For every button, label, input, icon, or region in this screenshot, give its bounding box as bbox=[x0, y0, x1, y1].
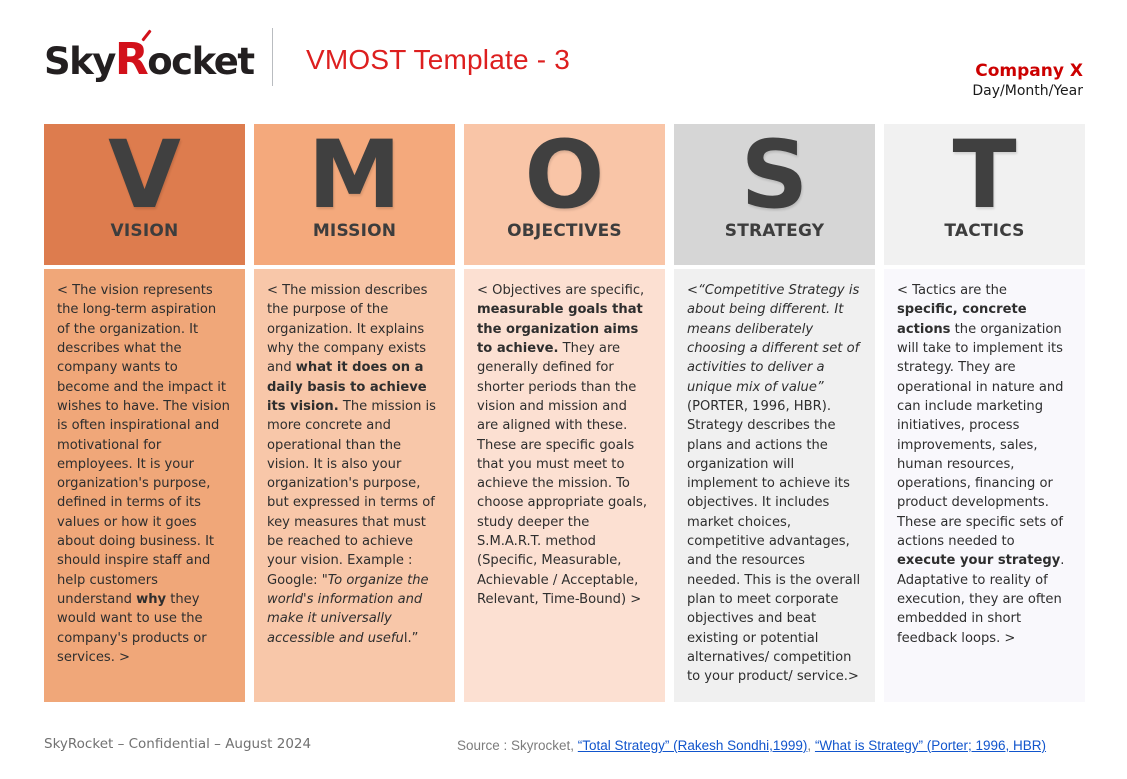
header-divider bbox=[272, 28, 273, 86]
column-body-text: < The vision represents the long-term as… bbox=[57, 283, 230, 665]
logo-text-part1: Sky bbox=[44, 40, 116, 83]
column-header-strategy: S STRATEGY bbox=[674, 124, 875, 265]
skyrocket-logo: SkyRocket bbox=[44, 29, 255, 83]
column-letter: O bbox=[524, 121, 605, 230]
column-body-text: < Objectives are specific, measurable go… bbox=[477, 283, 647, 607]
column-title: TACTICS bbox=[944, 220, 1025, 241]
column-body-text: < The mission describes the purpose of t… bbox=[267, 283, 436, 646]
source-link-total-strategy[interactable]: “Total Strategy” (Rakesh Sondhi,1999) bbox=[578, 738, 808, 753]
column-letter: V bbox=[108, 121, 181, 230]
slide-footer: SkyRocket – Confidential – August 2024 S… bbox=[0, 718, 1127, 779]
source-link-what-is-strategy[interactable]: “What is Strategy” (Porter; 1996, HBR) bbox=[815, 738, 1046, 753]
vmost-column-vision: V VISION < The vision represents the long-… bbox=[44, 124, 245, 702]
column-title: VISION bbox=[110, 220, 179, 241]
column-title: STRATEGY bbox=[724, 220, 825, 241]
column-body-mission[interactable]: < The mission describes the purpose of t… bbox=[254, 269, 455, 702]
column-header-tactics: T TACTICS bbox=[884, 124, 1085, 265]
column-body-strategy[interactable]: <“Competitive Strategy is about being di… bbox=[674, 269, 875, 702]
vmost-grid: V VISION < The vision represents the long-… bbox=[44, 124, 1085, 702]
vmost-column-tactics: T TACTICS < Tactics are the specific, conc… bbox=[884, 124, 1085, 702]
column-letter: S bbox=[740, 121, 809, 230]
company-name: Company X bbox=[975, 61, 1083, 81]
slide-header: SkyRocket VMOST Template - 3 Company X D… bbox=[0, 0, 1127, 118]
column-body-tactics[interactable]: < Tactics are the specific, concrete act… bbox=[884, 269, 1085, 702]
page-title: VMOST Template - 3 bbox=[306, 44, 570, 75]
footer-source-prefix: Source : Skyrocket, bbox=[457, 738, 578, 753]
column-title: MISSION bbox=[312, 220, 397, 241]
column-body-text: < Tactics are the specific, concrete act… bbox=[897, 283, 1065, 646]
vmost-column-strategy: S STRATEGY <“Competitive Strategy is about… bbox=[674, 124, 875, 702]
logo-text-part2: ocket bbox=[147, 40, 255, 83]
footer-confidential-note: SkyRocket – Confidential – August 2024 bbox=[44, 736, 312, 752]
column-body-text: <“Competitive Strategy is about being di… bbox=[687, 283, 861, 685]
vmost-column-objectives: O OBJECTIVES < Objectives are specific, me… bbox=[464, 124, 665, 702]
company-block: Company X Day/Month/Year bbox=[972, 61, 1083, 100]
column-header-objectives: O OBJECTIVES bbox=[464, 124, 665, 265]
column-title: OBJECTIVES bbox=[507, 220, 622, 241]
footer-source-line: Source : Skyrocket, “Total Strategy” (Ra… bbox=[457, 738, 1046, 753]
company-date: Day/Month/Year bbox=[972, 82, 1083, 99]
column-header-mission: M MISSION bbox=[254, 124, 455, 265]
footer-link-separator: , bbox=[807, 738, 815, 753]
vmost-column-mission: M MISSION < The mission describes the purp… bbox=[254, 124, 455, 702]
column-letter: M bbox=[307, 121, 402, 230]
column-body-vision[interactable]: < The vision represents the long-term as… bbox=[44, 269, 245, 702]
column-letter: T bbox=[952, 121, 1017, 230]
column-body-objectives[interactable]: < Objectives are specific, measurable go… bbox=[464, 269, 665, 702]
column-header-vision: V VISION bbox=[44, 124, 245, 265]
logo-letter-r: R bbox=[114, 34, 149, 85]
